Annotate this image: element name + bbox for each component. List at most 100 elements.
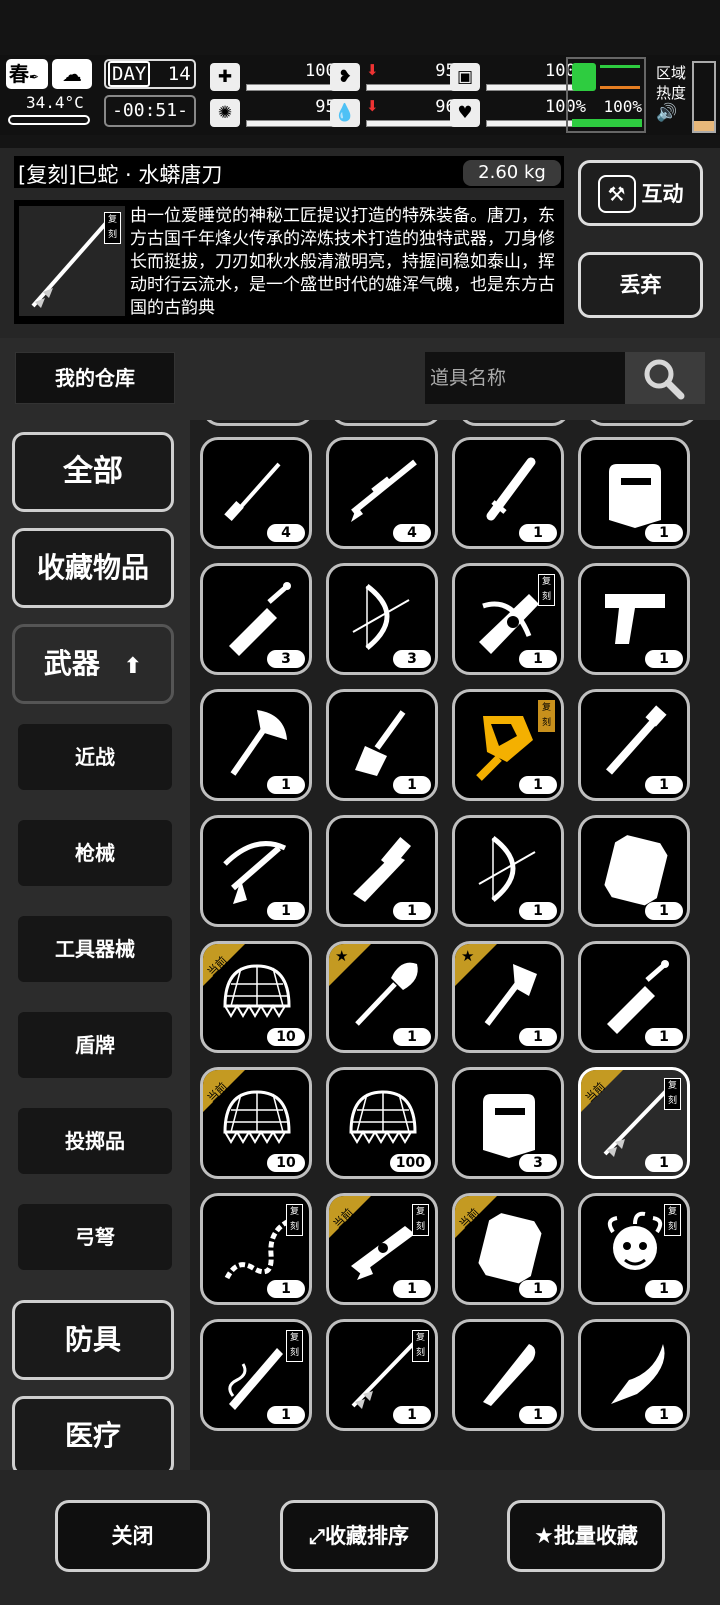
- medkit-icon: ✚: [210, 63, 240, 91]
- inventory-slot[interactable]: 1: [452, 815, 564, 927]
- copy-tag: 复刻: [664, 1204, 681, 1236]
- speaker-icon[interactable]: 🔊: [656, 103, 696, 123]
- category-sidebar: 全部 收藏物品 武器 ⬆ 近战 枪械 工具器械 盾牌 投掷品 弓弩 防具 医疗: [0, 420, 190, 1470]
- inventory-slot[interactable]: 当前 1: [452, 1193, 564, 1305]
- discard-label: 丢弃: [619, 273, 662, 297]
- inventory-slot[interactable]: ★ 1: [452, 941, 564, 1053]
- inventory-slot[interactable]: 100: [326, 1067, 438, 1179]
- item-description: 由一位爱睡觉的神秘工匠提议打造的特殊装备。唐刀，东方古国千年烽火传承的淬炼技术打…: [130, 206, 555, 318]
- item-count: 3: [393, 650, 431, 668]
- zone-heat-label-2: 热度: [656, 84, 687, 102]
- interact-button[interactable]: ⚒ 互动: [578, 160, 703, 226]
- inventory-slot[interactable]: 复刻 1: [200, 1319, 312, 1431]
- copy-tag: 复刻: [538, 574, 555, 606]
- inventory-slot[interactable]: 3: [326, 563, 438, 675]
- batch-favorite-button[interactable]: ★批量收藏: [507, 1500, 665, 1572]
- desert-eagle-icon: [605, 594, 665, 644]
- clock-value: -00:51-: [112, 100, 188, 121]
- inventory-slot[interactable]: 4: [326, 437, 438, 549]
- net-icon: [349, 1090, 417, 1144]
- subcategory-melee[interactable]: 近战: [18, 724, 172, 790]
- inventory-slot[interactable]: 3: [200, 563, 312, 675]
- season-badge: 春✒: [6, 59, 48, 89]
- inventory-slot[interactable]: 复刻 1: [452, 563, 564, 675]
- subcategory-firearms[interactable]: 枪械: [18, 820, 172, 886]
- subcategory-bows[interactable]: 弓弩: [18, 1204, 172, 1270]
- item-count: 1: [519, 1280, 557, 1298]
- weather-cloud-icon: ☁: [52, 59, 92, 89]
- inventory-slot[interactable]: 1: [578, 563, 690, 675]
- inventory-slot[interactable]: 当前 复刻 1: [326, 1193, 438, 1305]
- search-button[interactable]: [625, 352, 705, 404]
- item-count: 1: [519, 776, 557, 794]
- item-count: 1: [645, 650, 683, 668]
- inventory-slot[interactable]: 3: [452, 1067, 564, 1179]
- energy-icon: ▣: [450, 63, 480, 91]
- copy-tag: 复刻: [286, 1330, 303, 1362]
- subcategory-tools[interactable]: 工具器械: [18, 916, 172, 982]
- search-input[interactable]: [425, 352, 625, 404]
- inventory-slot[interactable]: 1: [452, 437, 564, 549]
- hammer-icon: ⚒: [597, 175, 636, 213]
- clock: -00:51-: [104, 95, 196, 127]
- status-bar: 春✒ ☁ DAY 14 34.4°C -00:51- ✚ 100% ❥ ⬇ 95…: [0, 55, 720, 135]
- inventory-slot[interactable]: 复刻 1: [452, 689, 564, 801]
- copy-tag: 复刻: [412, 1330, 429, 1362]
- pistol-crossbow-icon: [223, 841, 287, 904]
- inventory-slot[interactable]: 1: [578, 815, 690, 927]
- sniper-rifle-icon: [351, 459, 417, 522]
- inventory-slot[interactable]: 1: [326, 815, 438, 927]
- copy-tag: 复刻: [412, 1204, 429, 1236]
- close-label: 关闭: [111, 1524, 154, 1548]
- inventory-slot[interactable]: 复刻 1: [200, 1193, 312, 1305]
- scraper-icon: [355, 710, 406, 776]
- inventory-slot[interactable]: 当前 10: [200, 941, 312, 1053]
- item-weight: 2.60 kg: [463, 160, 561, 186]
- category-medical[interactable]: 医疗: [12, 1396, 174, 1470]
- inventory-slot[interactable]: 1: [578, 437, 690, 549]
- stomach-icon: ❥: [330, 63, 360, 91]
- inventory-slot[interactable]: 1: [578, 1319, 690, 1431]
- inventory-slot[interactable]: 4: [200, 437, 312, 549]
- riot-shield-icon: [483, 1094, 535, 1158]
- item-count: 1: [393, 776, 431, 794]
- subcategory-throwables[interactable]: 投掷品: [18, 1108, 172, 1174]
- inventory-slot[interactable]: 1: [452, 1319, 564, 1431]
- item-count: 4: [393, 524, 431, 542]
- category-favorites[interactable]: 收藏物品: [12, 528, 174, 608]
- subcategory-label: 枪械: [75, 841, 115, 865]
- compound-bow-icon: [352, 584, 410, 650]
- star-ribbon: [329, 944, 373, 988]
- inventory-slot[interactable]: ★ 1: [326, 941, 438, 1053]
- sort-favorites-button[interactable]: ⤢收藏排序: [280, 1500, 438, 1572]
- inventory-slot[interactable]: 当前 10: [200, 1067, 312, 1179]
- inventory-slot[interactable]: 当前 复刻 1: [578, 1067, 690, 1179]
- category-weapons-label: 武器: [43, 647, 100, 680]
- inventory-slot[interactable]: 1: [578, 941, 690, 1053]
- item-count: 1: [519, 1406, 557, 1424]
- discard-button[interactable]: 丢弃: [578, 252, 703, 318]
- subcategory-shields[interactable]: 盾牌: [18, 1012, 172, 1078]
- inventory-slot[interactable]: 1: [200, 815, 312, 927]
- serpent-whip-icon: [224, 1217, 293, 1280]
- serpent-blade-icon: [228, 1348, 283, 1410]
- star-icon: ★: [335, 947, 349, 965]
- item-count: 1: [645, 1154, 683, 1172]
- inventory-slot[interactable]: 1: [200, 689, 312, 801]
- item-count: 1: [393, 1280, 431, 1298]
- inventory-slot[interactable]: 1: [326, 689, 438, 801]
- compound-bow-icon: [478, 836, 536, 902]
- inventory-slot[interactable]: 1: [578, 689, 690, 801]
- category-weapons[interactable]: 武器 ⬆: [12, 624, 174, 704]
- category-all[interactable]: 全部: [12, 432, 174, 512]
- item-count: 3: [267, 650, 305, 668]
- inventory-slot[interactable]: 复刻 1: [326, 1319, 438, 1431]
- subcategory-label: 弓弩: [75, 1225, 115, 1249]
- season-label: 春: [9, 62, 29, 86]
- inventory-slot[interactable]: 复刻 1: [578, 1193, 690, 1305]
- close-button[interactable]: 关闭: [55, 1500, 210, 1572]
- category-armor[interactable]: 防具: [12, 1300, 174, 1380]
- item-count: 4: [267, 524, 305, 542]
- temperature-value: 34.4°C: [26, 93, 84, 112]
- star-icon: ★: [534, 1524, 554, 1549]
